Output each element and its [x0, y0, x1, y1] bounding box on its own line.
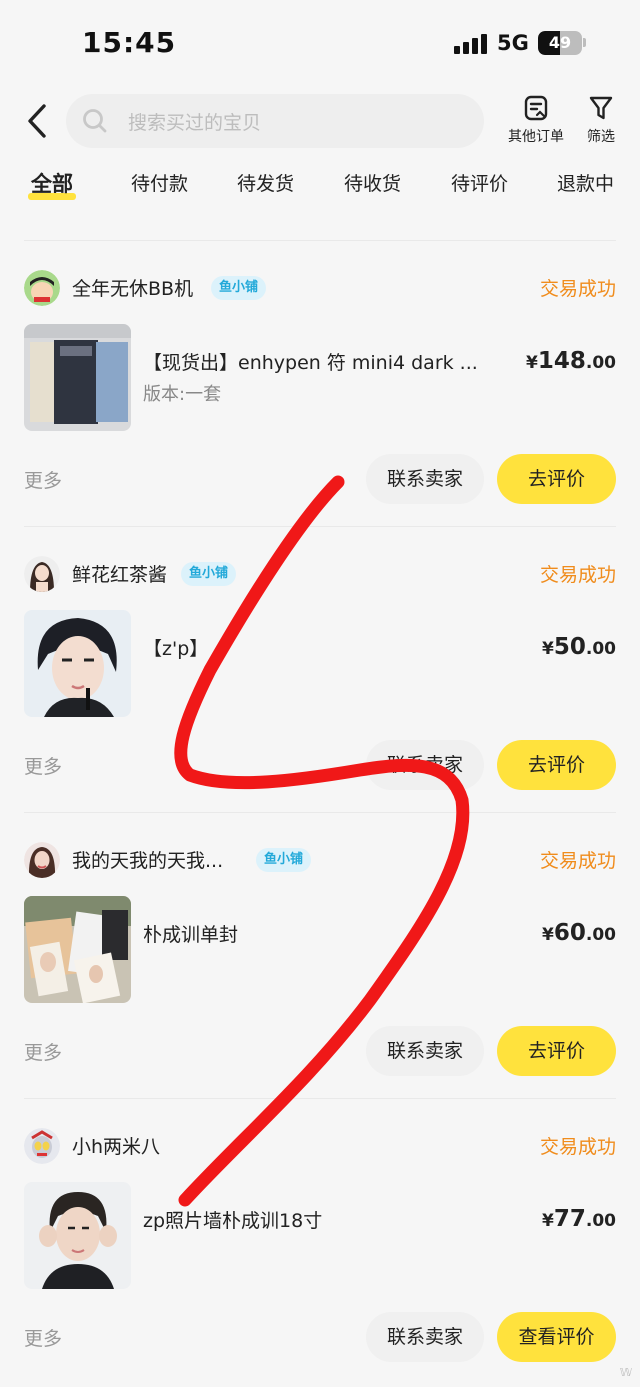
status-time: 15:45 — [82, 26, 177, 59]
watermark: 𝕎 — [619, 1366, 632, 1379]
search-placeholder: 搜索买过的宝贝 — [128, 112, 262, 134]
contact-seller-button[interactable]: 联系卖家 — [366, 1026, 484, 1076]
product-thumbnail[interactable] — [24, 1182, 131, 1289]
price-currency: ¥ — [526, 353, 538, 373]
shop-name[interactable]: 我的天我的天我... — [72, 846, 223, 873]
tab-pending-receipt[interactable]: 待收货 — [344, 169, 401, 196]
order-card[interactable]: 小h两米八 交易成功 zp照片墙朴成训18寸 ¥77.00 更多 联系卖家 查看… — [0, 1098, 640, 1384]
product-thumbnail[interactable] — [24, 610, 131, 717]
contact-seller-button[interactable]: 联系卖家 — [366, 1312, 484, 1362]
item-price: ¥60.00 — [542, 920, 616, 946]
price-integer: 77 — [553, 1206, 586, 1232]
tab-pending-shipment[interactable]: 待发货 — [237, 169, 294, 196]
order-card[interactable]: 我的天我的天我... 鱼小铺 交易成功 朴成训单封 ¥60.00 更多 联系卖家… — [0, 812, 640, 1098]
item-title[interactable]: 【z'p】 — [143, 634, 208, 661]
order-status: 交易成功 — [539, 1136, 616, 1158]
shop-badge: 鱼小铺 — [256, 848, 312, 872]
price-integer: 60 — [553, 920, 586, 946]
tab-pending-payment[interactable]: 待付款 — [131, 169, 188, 196]
price-integer: 148 — [537, 348, 586, 374]
search-icon — [83, 109, 107, 133]
chevron-left-icon — [28, 104, 46, 138]
price-currency: ¥ — [542, 1211, 554, 1231]
view-review-button[interactable]: 查看评价 — [497, 1312, 616, 1362]
filter-label: 筛选 — [587, 129, 615, 145]
price-decimal: .00 — [585, 1211, 616, 1231]
item-title[interactable]: zp照片墙朴成训18寸 — [143, 1206, 322, 1233]
order-tabs: 全部 待付款 待发货 待收货 待评价 退款中 — [0, 165, 640, 205]
more-button[interactable]: 更多 — [24, 1324, 62, 1351]
avatar-image — [24, 1128, 60, 1164]
price-integer: 50 — [553, 634, 586, 660]
item-spec: 版本:一套 — [143, 384, 222, 405]
other-orders-button[interactable]: 其他订单 — [503, 94, 569, 150]
shop-avatar[interactable] — [24, 556, 60, 592]
network-label: 5G — [497, 31, 529, 55]
signal-icon — [454, 32, 490, 54]
item-title[interactable]: 朴成训单封 — [143, 920, 238, 947]
contact-seller-button[interactable]: 联系卖家 — [366, 740, 484, 790]
tab-refunding[interactable]: 退款中 — [557, 169, 614, 196]
price-decimal: .00 — [585, 925, 616, 945]
search-input[interactable]: 搜索买过的宝贝 — [66, 94, 484, 148]
shop-name[interactable]: 小h两米八 — [72, 1132, 160, 1159]
price-currency: ¥ — [542, 639, 554, 659]
shop-badge: 鱼小铺 — [181, 562, 237, 586]
avatar-image — [24, 556, 60, 592]
product-image — [24, 896, 131, 1003]
more-button[interactable]: 更多 — [24, 466, 62, 493]
filter-button[interactable]: 筛选 — [582, 94, 620, 150]
shop-name[interactable]: 全年无休BB机 — [72, 274, 193, 301]
order-status: 交易成功 — [539, 850, 616, 872]
order-status: 交易成功 — [539, 564, 616, 586]
product-image — [24, 1182, 131, 1289]
item-price: ¥148.00 — [526, 348, 616, 374]
price-currency: ¥ — [542, 925, 554, 945]
avatar-image — [24, 842, 60, 878]
review-button[interactable]: 去评价 — [497, 740, 616, 790]
more-button[interactable]: 更多 — [24, 1038, 62, 1065]
price-decimal: .00 — [585, 353, 616, 373]
product-image — [24, 324, 131, 431]
item-price: ¥77.00 — [542, 1206, 616, 1232]
review-button[interactable]: 去评价 — [497, 454, 616, 504]
battery-tip — [583, 38, 586, 47]
product-image — [24, 610, 131, 717]
filter-icon — [589, 96, 613, 120]
shop-name[interactable]: 鲜花红茶酱 — [72, 560, 167, 587]
orders-icon — [524, 95, 548, 121]
order-card[interactable]: 鲜花红茶酱 鱼小铺 交易成功 【z'p】 ¥50.00 更多 联系卖家 去评价 — [0, 526, 640, 812]
shop-badge: 鱼小铺 — [211, 276, 267, 300]
status-bar: 15:45 5G 49 — [0, 0, 640, 88]
tab-pending-review[interactable]: 待评价 — [451, 169, 508, 196]
price-decimal: .00 — [585, 639, 616, 659]
contact-seller-button[interactable]: 联系卖家 — [366, 454, 484, 504]
order-list-page: 15:45 5G 49 搜索买过的宝贝 其他订单 筛选 全部 待付款 待发货 待… — [0, 0, 640, 1387]
item-price: ¥50.00 — [542, 634, 616, 660]
product-thumbnail[interactable] — [24, 324, 131, 431]
item-title[interactable]: 【现货出】enhypen 符 mini4 dark ... — [143, 348, 478, 375]
back-button[interactable] — [22, 100, 56, 142]
review-button[interactable]: 去评价 — [497, 1026, 616, 1076]
product-thumbnail[interactable] — [24, 896, 131, 1003]
battery-icon: 49 — [538, 31, 582, 55]
shop-avatar[interactable] — [24, 1128, 60, 1164]
order-card[interactable]: 全年无休BB机 鱼小铺 交易成功 【现货出】enhypen 符 mini4 da… — [0, 240, 640, 526]
battery-percent: 49 — [548, 33, 572, 52]
more-button[interactable]: 更多 — [24, 752, 62, 779]
avatar-image — [24, 270, 60, 306]
shop-avatar[interactable] — [24, 842, 60, 878]
tab-all[interactable]: 全部 — [31, 168, 73, 198]
shop-avatar[interactable] — [24, 270, 60, 306]
other-orders-label: 其他订单 — [508, 129, 564, 145]
order-status: 交易成功 — [539, 278, 616, 300]
